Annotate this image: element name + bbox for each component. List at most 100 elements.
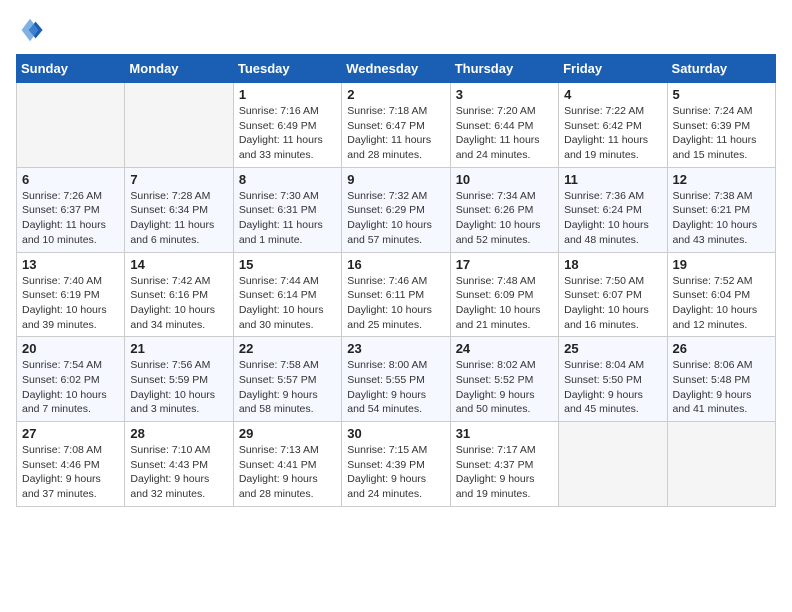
calendar-cell — [559, 422, 667, 507]
calendar-cell: 6Sunrise: 7:26 AM Sunset: 6:37 PM Daylig… — [17, 167, 125, 252]
day-number: 21 — [130, 341, 227, 356]
day-number: 10 — [456, 172, 553, 187]
day-number: 27 — [22, 426, 119, 441]
calendar-cell: 23 Sunrise: 8:00 AM Sunset: 5:55 PM Dayli… — [342, 337, 450, 422]
day-number: 23 — [347, 341, 444, 356]
calendar-week-row: 1Sunrise: 7:16 AM Sunset: 6:49 PM Daylig… — [17, 83, 776, 168]
calendar-cell: 7 Sunrise: 7:28 AM Sunset: 6:34 PM Daylig… — [125, 167, 233, 252]
day-number: 17 — [456, 257, 553, 272]
day-number: 16 — [347, 257, 444, 272]
day-info: Sunrise: 7:17 AM Sunset: 4:37 PM Dayligh… — [456, 443, 553, 502]
day-number: 18 — [564, 257, 661, 272]
logo-icon — [16, 16, 44, 44]
calendar-cell: 3 Sunrise: 7:20 AM Sunset: 6:44 PM Daylig… — [450, 83, 558, 168]
weekday-header: Thursday — [450, 55, 558, 83]
calendar-cell: 27 Sunrise: 7:08 AM Sunset: 4:46 PM Dayli… — [17, 422, 125, 507]
calendar-cell: 13 Sunrise: 7:40 AM Sunset: 6:19 PM Dayli… — [17, 252, 125, 337]
calendar-cell: 19 Sunrise: 7:52 AM Sunset: 6:04 PM Dayli… — [667, 252, 775, 337]
calendar-cell: 10 Sunrise: 7:34 AM Sunset: 6:26 PM Dayli… — [450, 167, 558, 252]
day-info: Sunrise: 7:15 AM Sunset: 4:39 PM Dayligh… — [347, 443, 444, 502]
calendar-cell: 4 Sunrise: 7:22 AM Sunset: 6:42 PM Daylig… — [559, 83, 667, 168]
calendar-cell: 31 Sunrise: 7:17 AM Sunset: 4:37 PM Dayli… — [450, 422, 558, 507]
day-number: 7 — [130, 172, 227, 187]
calendar-cell: 25 Sunrise: 8:04 AM Sunset: 5:50 PM Dayli… — [559, 337, 667, 422]
day-info: Sunrise: 7:10 AM Sunset: 4:43 PM Dayligh… — [130, 443, 227, 502]
calendar-cell: 8Sunrise: 7:30 AM Sunset: 6:31 PM Daylig… — [233, 167, 341, 252]
calendar-table: SundayMondayTuesdayWednesdayThursdayFrid… — [16, 54, 776, 507]
calendar-week-row: 20 Sunrise: 7:54 AM Sunset: 6:02 PM Dayli… — [17, 337, 776, 422]
calendar-cell: 17 Sunrise: 7:48 AM Sunset: 6:09 PM Dayli… — [450, 252, 558, 337]
calendar-cell: 28 Sunrise: 7:10 AM Sunset: 4:43 PM Dayli… — [125, 422, 233, 507]
day-info: Sunrise: 7:50 AM Sunset: 6:07 PM Dayligh… — [564, 274, 661, 333]
day-info: Sunrise: 7:16 AM Sunset: 6:49 PM Dayligh… — [239, 104, 336, 163]
calendar-cell: 9Sunrise: 7:32 AM Sunset: 6:29 PM Daylig… — [342, 167, 450, 252]
weekday-header: Friday — [559, 55, 667, 83]
calendar-week-row: 27 Sunrise: 7:08 AM Sunset: 4:46 PM Dayli… — [17, 422, 776, 507]
day-info: Sunrise: 8:04 AM Sunset: 5:50 PM Dayligh… — [564, 358, 661, 417]
day-number: 28 — [130, 426, 227, 441]
day-info: Sunrise: 7:48 AM Sunset: 6:09 PM Dayligh… — [456, 274, 553, 333]
calendar-cell: 1Sunrise: 7:16 AM Sunset: 6:49 PM Daylig… — [233, 83, 341, 168]
day-info: Sunrise: 7:58 AM Sunset: 5:57 PM Dayligh… — [239, 358, 336, 417]
calendar-cell: 29 Sunrise: 7:13 AM Sunset: 4:41 PM Dayli… — [233, 422, 341, 507]
day-info: Sunrise: 7:54 AM Sunset: 6:02 PM Dayligh… — [22, 358, 119, 417]
day-info: Sunrise: 7:13 AM Sunset: 4:41 PM Dayligh… — [239, 443, 336, 502]
day-info: Sunrise: 7:40 AM Sunset: 6:19 PM Dayligh… — [22, 274, 119, 333]
day-number: 8 — [239, 172, 336, 187]
day-number: 5 — [673, 87, 770, 102]
day-info: Sunrise: 7:34 AM Sunset: 6:26 PM Dayligh… — [456, 189, 553, 248]
calendar-cell: 26 Sunrise: 8:06 AM Sunset: 5:48 PM Dayli… — [667, 337, 775, 422]
day-number: 2 — [347, 87, 444, 102]
day-info: Sunrise: 7:08 AM Sunset: 4:46 PM Dayligh… — [22, 443, 119, 502]
weekday-header: Wednesday — [342, 55, 450, 83]
day-number: 11 — [564, 172, 661, 187]
day-info: Sunrise: 8:00 AM Sunset: 5:55 PM Dayligh… — [347, 358, 444, 417]
day-info: Sunrise: 8:06 AM Sunset: 5:48 PM Dayligh… — [673, 358, 770, 417]
day-number: 4 — [564, 87, 661, 102]
day-info: Sunrise: 7:32 AM Sunset: 6:29 PM Dayligh… — [347, 189, 444, 248]
day-info: Sunrise: 7:42 AM Sunset: 6:16 PM Dayligh… — [130, 274, 227, 333]
calendar-cell: 18 Sunrise: 7:50 AM Sunset: 6:07 PM Dayli… — [559, 252, 667, 337]
day-number: 14 — [130, 257, 227, 272]
day-number: 19 — [673, 257, 770, 272]
day-number: 15 — [239, 257, 336, 272]
day-number: 31 — [456, 426, 553, 441]
day-info: Sunrise: 7:22 AM Sunset: 6:42 PM Dayligh… — [564, 104, 661, 163]
day-number: 26 — [673, 341, 770, 356]
calendar-cell — [125, 83, 233, 168]
day-info: Sunrise: 7:36 AM Sunset: 6:24 PM Dayligh… — [564, 189, 661, 248]
day-info: Sunrise: 8:02 AM Sunset: 5:52 PM Dayligh… — [456, 358, 553, 417]
day-info: Sunrise: 7:28 AM Sunset: 6:34 PM Dayligh… — [130, 189, 227, 248]
day-number: 3 — [456, 87, 553, 102]
calendar-cell: 5 Sunrise: 7:24 AM Sunset: 6:39 PM Daylig… — [667, 83, 775, 168]
day-number: 20 — [22, 341, 119, 356]
day-number: 29 — [239, 426, 336, 441]
day-info: Sunrise: 7:18 AM Sunset: 6:47 PM Dayligh… — [347, 104, 444, 163]
day-info: Sunrise: 7:52 AM Sunset: 6:04 PM Dayligh… — [673, 274, 770, 333]
weekday-header: Sunday — [17, 55, 125, 83]
day-info: Sunrise: 7:20 AM Sunset: 6:44 PM Dayligh… — [456, 104, 553, 163]
day-info: Sunrise: 7:24 AM Sunset: 6:39 PM Dayligh… — [673, 104, 770, 163]
day-number: 13 — [22, 257, 119, 272]
calendar-cell: 12 Sunrise: 7:38 AM Sunset: 6:21 PM Dayli… — [667, 167, 775, 252]
day-number: 24 — [456, 341, 553, 356]
day-number: 25 — [564, 341, 661, 356]
day-number: 12 — [673, 172, 770, 187]
weekday-header: Tuesday — [233, 55, 341, 83]
calendar-cell: 30 Sunrise: 7:15 AM Sunset: 4:39 PM Dayli… — [342, 422, 450, 507]
calendar-cell: 21 Sunrise: 7:56 AM Sunset: 5:59 PM Dayli… — [125, 337, 233, 422]
day-number: 30 — [347, 426, 444, 441]
calendar-week-row: 13 Sunrise: 7:40 AM Sunset: 6:19 PM Dayli… — [17, 252, 776, 337]
calendar-cell — [667, 422, 775, 507]
day-number: 22 — [239, 341, 336, 356]
day-info: Sunrise: 7:38 AM Sunset: 6:21 PM Dayligh… — [673, 189, 770, 248]
calendar-cell: 15Sunrise: 7:44 AM Sunset: 6:14 PM Dayli… — [233, 252, 341, 337]
calendar-week-row: 6Sunrise: 7:26 AM Sunset: 6:37 PM Daylig… — [17, 167, 776, 252]
logo — [16, 16, 48, 44]
day-number: 6 — [22, 172, 119, 187]
day-info: Sunrise: 7:56 AM Sunset: 5:59 PM Dayligh… — [130, 358, 227, 417]
calendar-cell: 24 Sunrise: 8:02 AM Sunset: 5:52 PM Dayli… — [450, 337, 558, 422]
page-header — [16, 16, 776, 44]
calendar-cell: 2 Sunrise: 7:18 AM Sunset: 6:47 PM Daylig… — [342, 83, 450, 168]
day-info: Sunrise: 7:46 AM Sunset: 6:11 PM Dayligh… — [347, 274, 444, 333]
